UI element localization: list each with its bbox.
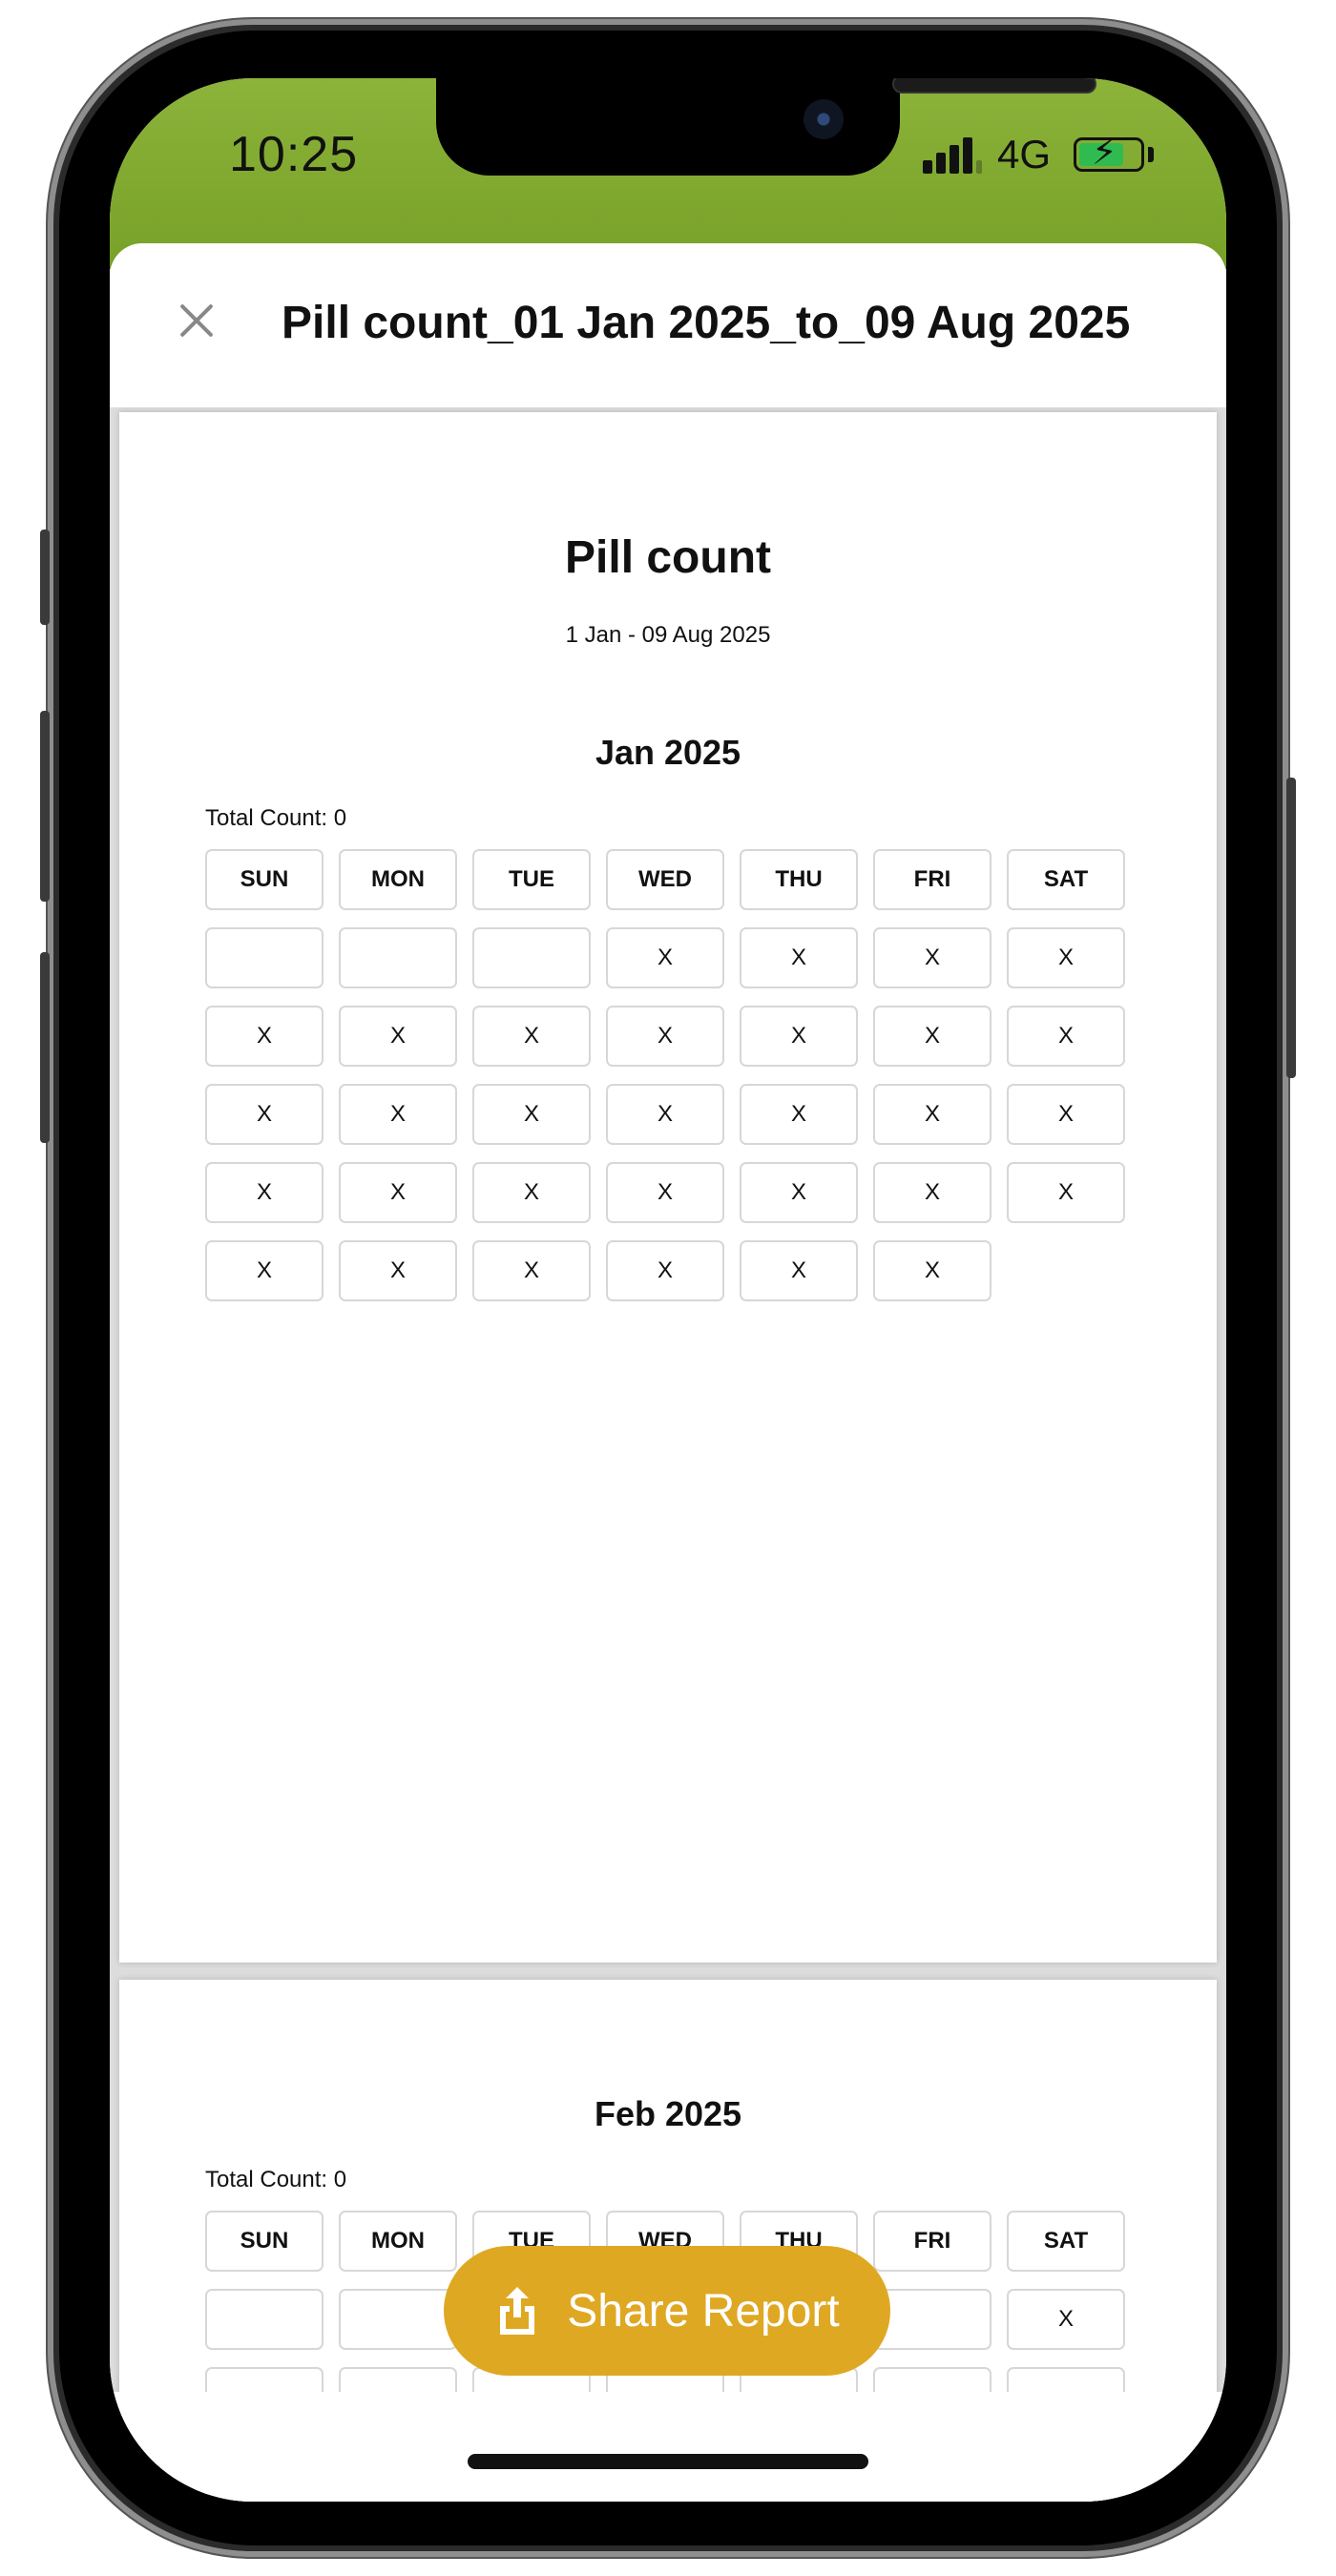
day-cell: X bbox=[606, 1006, 724, 1067]
weekday-header: SUN bbox=[205, 849, 324, 910]
day-cell: X bbox=[472, 1240, 591, 1301]
weekday-header: TUE bbox=[472, 849, 591, 910]
document-page-1: Pill count 1 Jan - 09 Aug 2025 Jan 2025 … bbox=[119, 412, 1217, 1963]
month-title: Feb 2025 bbox=[594, 2094, 742, 2133]
battery-tip bbox=[1148, 147, 1154, 162]
volume-up-button bbox=[40, 711, 50, 902]
document-title: Pill count bbox=[565, 532, 771, 583]
day-cell: X bbox=[1007, 1084, 1125, 1145]
day-cell: X bbox=[472, 1006, 591, 1067]
day-cell bbox=[205, 927, 324, 988]
network-type: 4G bbox=[997, 132, 1052, 177]
day-cell bbox=[873, 2289, 992, 2350]
day-cell: X bbox=[740, 1006, 858, 1067]
total-count: Total Count: 0 bbox=[205, 2167, 347, 2192]
volume-down-button bbox=[40, 952, 50, 1143]
day-cell: X bbox=[1007, 1162, 1125, 1223]
day-cell: X bbox=[740, 1162, 858, 1223]
day-cell: X bbox=[740, 1240, 858, 1301]
day-cell: X bbox=[740, 927, 858, 988]
document-date-range: 1 Jan - 09 Aug 2025 bbox=[565, 622, 771, 648]
month-title: Jan 2025 bbox=[595, 733, 741, 772]
home-indicator[interactable] bbox=[468, 2454, 868, 2469]
day-cell: X bbox=[339, 1162, 457, 1223]
weekday-header: SUN bbox=[205, 2211, 324, 2272]
weekday-header: FRI bbox=[873, 849, 992, 910]
day-cell: X bbox=[606, 927, 724, 988]
weekday-header: WED bbox=[606, 849, 724, 910]
weekday-header: SAT bbox=[1007, 849, 1125, 910]
day-cell bbox=[339, 2289, 457, 2350]
bottom-safe-area bbox=[110, 2392, 1226, 2502]
empty-slot bbox=[1007, 1240, 1125, 1301]
share-icon bbox=[500, 2287, 535, 2335]
day-cell bbox=[339, 927, 457, 988]
day-cell bbox=[205, 2289, 324, 2350]
notch bbox=[436, 78, 1096, 176]
report-file-title: Pill count_01 Jan 2025_to_09 Aug 2025 bbox=[282, 298, 1131, 348]
day-cell: X bbox=[873, 1240, 992, 1301]
day-cell: X bbox=[606, 1162, 724, 1223]
weekday-header: MON bbox=[339, 2211, 457, 2272]
day-cell: X bbox=[873, 1006, 992, 1067]
status-bar: 10:25 4G ⚡ bbox=[110, 78, 1226, 269]
day-cell: X bbox=[740, 1084, 858, 1145]
weekday-header: SAT bbox=[1007, 2211, 1125, 2272]
day-cell: X bbox=[606, 1084, 724, 1145]
weekday-header: THU bbox=[740, 849, 858, 910]
day-cell: X bbox=[1007, 2289, 1125, 2350]
charging-bolt-icon: ⚡ bbox=[1092, 133, 1117, 173]
status-time: 10:25 bbox=[229, 127, 359, 182]
share-report-label: Share Report bbox=[567, 2285, 840, 2337]
document-viewer[interactable]: Pill count 1 Jan - 09 Aug 2025 Jan 2025 … bbox=[110, 407, 1226, 2502]
day-cell: X bbox=[205, 1240, 324, 1301]
power-button bbox=[1286, 778, 1296, 1078]
day-cell: X bbox=[339, 1240, 457, 1301]
day-cell: X bbox=[472, 1084, 591, 1145]
day-cell bbox=[472, 927, 591, 988]
battery-icon: ⚡ bbox=[1074, 133, 1144, 173]
day-cell: X bbox=[606, 1240, 724, 1301]
day-cell: X bbox=[472, 1162, 591, 1223]
day-cell: X bbox=[205, 1084, 324, 1145]
mute-switch bbox=[40, 530, 50, 625]
share-report-button[interactable]: Share Report bbox=[444, 2246, 890, 2376]
day-cell: X bbox=[873, 1162, 992, 1223]
day-cell: X bbox=[339, 1006, 457, 1067]
day-cell: X bbox=[873, 1084, 992, 1145]
total-count: Total Count: 0 bbox=[205, 805, 347, 831]
calendar-grid-jan: SUN MON TUE WED THU FRI SAT X X X X X X X X X X X X X X X X X X X… bbox=[205, 849, 1125, 1301]
day-cell: X bbox=[873, 927, 992, 988]
speaker-grille bbox=[892, 78, 1096, 93]
signal-icon bbox=[923, 135, 982, 174]
camera-icon bbox=[804, 99, 844, 139]
day-cell: X bbox=[339, 1084, 457, 1145]
report-header: Pill count_01 Jan 2025_to_09 Aug 2025 bbox=[110, 243, 1226, 407]
weekday-header: MON bbox=[339, 849, 457, 910]
close-icon[interactable] bbox=[177, 301, 217, 341]
screen: 10:25 4G ⚡ Pill count_01 Jan 2025_to_09 … bbox=[110, 78, 1226, 2502]
day-cell: X bbox=[205, 1006, 324, 1067]
day-cell: X bbox=[1007, 1006, 1125, 1067]
day-cell: X bbox=[1007, 927, 1125, 988]
day-cell: X bbox=[205, 1162, 324, 1223]
weekday-header: FRI bbox=[873, 2211, 992, 2272]
